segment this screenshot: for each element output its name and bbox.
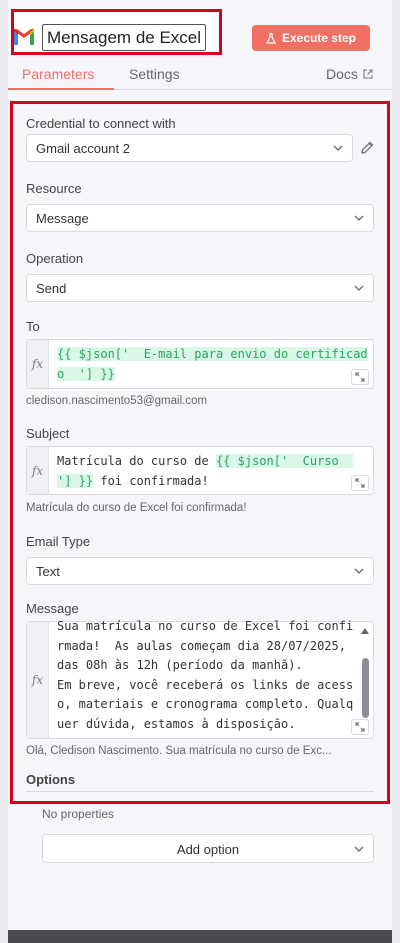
execute-step-label: Execute step — [281, 31, 357, 45]
docs-label: Docs — [326, 66, 358, 82]
chevron-down-icon — [333, 145, 343, 151]
right-rail — [392, 0, 400, 943]
to-expression-line1: {{ $json[' E-mail para envio do certific… — [57, 347, 368, 361]
left-rail — [0, 0, 8, 943]
message-line: uer dúvida, estamos à disposição. — [57, 716, 296, 731]
flask-icon — [265, 32, 276, 44]
message-scrollbar[interactable] — [360, 624, 370, 718]
subject-text-part1: Matrícula do curso de — [57, 454, 216, 468]
subject-expression-code: Matrícula do curso de {{ $json[' Curso '… — [57, 452, 367, 491]
fx-icon: fx — [27, 340, 49, 388]
pencil-icon[interactable] — [360, 141, 374, 155]
options-label: Options — [26, 772, 76, 787]
operation-select[interactable]: Send — [26, 274, 374, 302]
no-properties-text: No properties — [42, 807, 115, 821]
expand-icon — [355, 722, 365, 732]
operation-value: Send — [36, 281, 67, 296]
to-resolved-value: cledison.nascimento53@gmail.com — [26, 395, 208, 407]
chevron-down-icon — [354, 285, 364, 291]
scroll-thumb[interactable] — [362, 658, 369, 718]
expand-editor-button[interactable] — [351, 719, 369, 735]
chevron-down-icon — [354, 846, 364, 852]
tab-bar: Parameters Settings Docs — [8, 62, 392, 90]
subject-expression-field[interactable]: fx Matrícula do curso de {{ $json[' Curs… — [26, 446, 374, 495]
to-expression-field[interactable]: fx {{ $json[' E-mail para envio do certi… — [26, 339, 374, 389]
add-option-select[interactable]: Add option — [42, 834, 374, 863]
to-label: To — [26, 319, 40, 334]
message-label: Message — [26, 601, 79, 616]
resource-label: Resource — [26, 181, 82, 196]
email-type-label: Email Type — [26, 534, 91, 549]
chevron-down-icon — [354, 568, 364, 574]
message-resolved-value: Olá, Cledison Nascimento. Sua matrícula … — [26, 745, 332, 757]
expand-editor-button[interactable] — [351, 369, 369, 385]
message-line: Sua matrícula no curso de Excel foi conf… — [57, 619, 354, 633]
to-expression-line2: o '] }} — [57, 366, 115, 381]
subject-resolved-value: Matrícula do curso de Excel foi confirma… — [26, 502, 247, 514]
tab-parameters[interactable]: Parameters — [22, 66, 94, 82]
credential-value: Gmail account 2 — [36, 141, 130, 156]
operation-label: Operation — [26, 251, 84, 266]
options-divider — [26, 791, 374, 792]
message-line: Em breve, você receberá os links de aces… — [57, 677, 354, 692]
gmail-icon — [14, 29, 34, 45]
subject-label: Subject — [26, 426, 70, 441]
email-type-select[interactable]: Text — [26, 557, 374, 585]
tab-settings[interactable]: Settings — [129, 66, 180, 82]
message-expression-field[interactable]: fx Sua matrícula no curso de Excel foi c… — [26, 619, 374, 739]
subject-expression-part2: '] }} — [57, 473, 94, 488]
docs-link[interactable]: Docs — [326, 66, 373, 82]
message-line: o, materiais e cronograma completo. Qual… — [57, 697, 354, 711]
node-title-input[interactable]: Mensagem de Excel — [42, 24, 206, 51]
message-text: Sua matrícula no curso de Excel foi conf… — [57, 617, 355, 736]
message-line: das 08h às 12h (período da manhã). — [57, 658, 303, 672]
credential-label: Credential to connect with — [26, 116, 176, 131]
expand-icon — [355, 372, 365, 382]
execute-step-button[interactable]: Execute step — [252, 25, 370, 51]
email-type-value: Text — [36, 564, 60, 579]
active-tab-indicator — [8, 88, 114, 90]
expand-editor-button[interactable] — [351, 475, 369, 491]
external-link-icon — [363, 69, 373, 79]
chevron-down-icon — [354, 215, 364, 221]
fx-icon: fx — [27, 622, 49, 738]
fx-icon: fx — [27, 447, 49, 494]
resource-value: Message — [36, 211, 89, 226]
resource-select[interactable]: Message — [26, 204, 374, 232]
subject-expression-part1: {{ $json[' Curso — [215, 454, 354, 468]
subject-text-part2: foi confirmada! — [93, 473, 209, 488]
credential-select[interactable]: Gmail account 2 — [26, 134, 353, 162]
scroll-up-arrow-icon[interactable] — [361, 628, 369, 634]
message-line: rmada! As aulas começam dia 28/07/2025, — [57, 638, 346, 653]
expand-icon — [355, 478, 365, 488]
add-option-label: Add option — [176, 842, 240, 857]
to-expression-code: {{ $json[' E-mail para envio do certific… — [57, 345, 368, 384]
